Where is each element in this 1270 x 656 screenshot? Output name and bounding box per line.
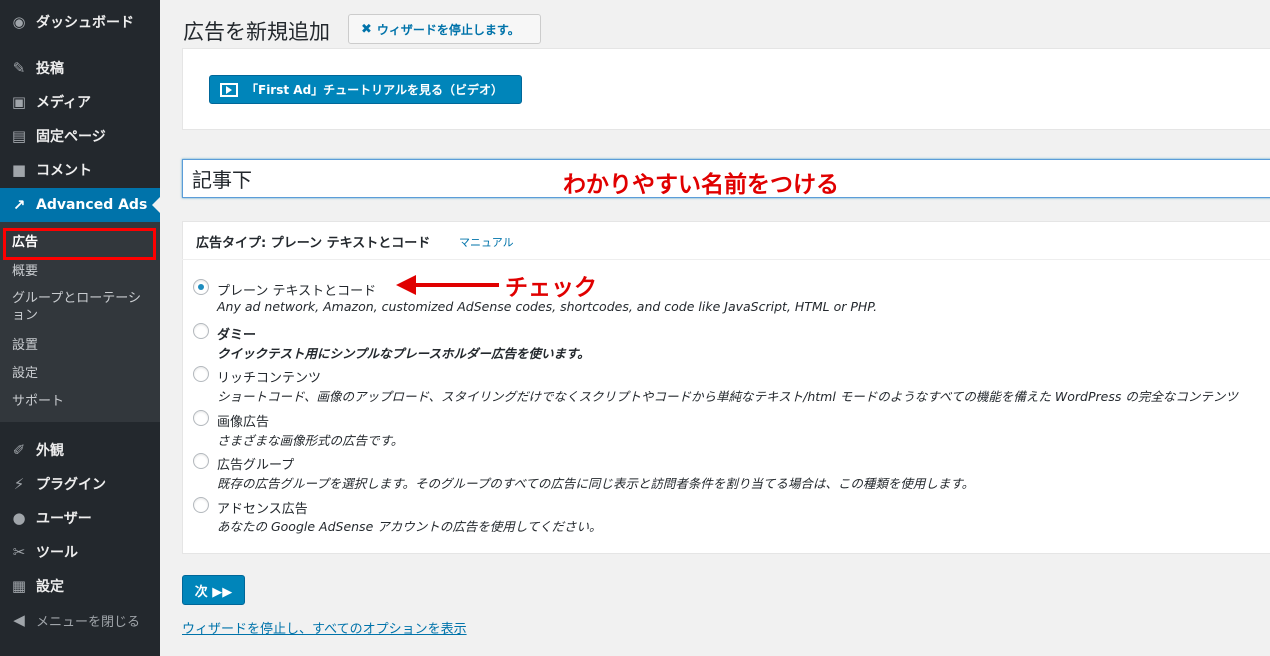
option-label: プレーン テキストとコード — [217, 284, 377, 299]
radio-image-ad[interactable] — [193, 410, 209, 426]
pin-icon: ✎ — [12, 59, 26, 77]
annotation-arrow — [396, 275, 501, 295]
video-icon — [220, 82, 238, 97]
menu-item-advanced-ads[interactable]: ↗ Advanced Ads — [0, 188, 160, 222]
menu-item-posts[interactable]: ✎ 投稿 — [0, 51, 160, 85]
radio-plain-text[interactable] — [193, 279, 209, 295]
collapse-icon: ◀ — [13, 611, 25, 629]
submenu-settings[interactable]: 設定 — [12, 365, 38, 382]
menu-label: ダッシュボード — [36, 15, 134, 31]
menu-label: ツール — [36, 545, 78, 561]
option-label: リッチコンテンツ — [217, 371, 322, 386]
menu-item-dashboard[interactable]: ◉ ダッシュボード — [0, 5, 160, 39]
menu-label: 投稿 — [36, 61, 64, 77]
annotation-name-hint: わかりやすい名前をつける — [563, 172, 839, 198]
option-desc: ショートコード、画像のアップロード、スタイリングだけでなくスクリプトやコードから… — [217, 389, 1238, 404]
video-button-label: 「First Ad」チュートリアルを見る（ビデオ） — [246, 83, 504, 97]
menu-item-appearance[interactable]: ✐ 外観 — [0, 433, 160, 467]
menu-item-tools[interactable]: ✂ ツール — [0, 535, 160, 569]
menu-item-settings[interactable]: ▦ 設定 — [0, 569, 160, 603]
comment-icon: ■ — [11, 161, 27, 179]
menu-label: Advanced Ads — [36, 197, 148, 213]
close-icon: ✖ — [361, 21, 372, 37]
plugin-icon: ⚡ — [13, 475, 25, 493]
menu-item-media[interactable]: ▣ メディア — [0, 85, 160, 119]
menu-label: ユーザー — [36, 511, 92, 527]
menu-label: コメント — [36, 163, 92, 179]
radio-dummy[interactable] — [193, 323, 209, 339]
option-label: 画像広告 — [217, 415, 270, 430]
page-icon: ▤ — [11, 127, 27, 145]
stop-wizard-label: ウィザードを停止します。 — [376, 22, 520, 37]
dashboard-icon: ◉ — [12, 13, 26, 31]
option-label: アドセンス広告 — [217, 502, 308, 517]
annotation-highlight-box — [3, 228, 156, 260]
collapse-label: メニューを閉じる — [36, 614, 141, 630]
radio-rich-content[interactable] — [193, 366, 209, 382]
radio-adsense[interactable] — [193, 497, 209, 513]
collapse-menu[interactable]: ◀ メニューを閉じる — [0, 603, 160, 637]
option-desc: クイックテスト用にシンプルなプレースホルダー広告を使います。 — [217, 346, 590, 361]
admin-sidebar: ◉ ダッシュボード ✎ 投稿 ▣ メディア ▤ 固定ページ ■ コメント ↗ A… — [0, 0, 160, 656]
annotation-check-hint: チェック — [505, 275, 597, 301]
tutorial-video-button[interactable]: 「First Ad」チュートリアルを見る（ビデオ） — [209, 75, 522, 104]
menu-label: メディア — [36, 95, 92, 111]
menu-label: プラグイン — [36, 477, 106, 493]
user-icon: ● — [12, 509, 26, 527]
option-label: 広告グループ — [217, 458, 295, 473]
menu-label: 設定 — [36, 579, 64, 595]
wrench-icon: ✂ — [12, 543, 26, 561]
submenu-placements[interactable]: 設置 — [12, 337, 38, 354]
appearance-icon: ✐ — [12, 441, 26, 459]
option-label: ダミー — [217, 328, 257, 343]
submenu-overview[interactable]: 概要 — [12, 263, 38, 280]
ad-type-title: 広告タイプ: プレーン テキストとコード — [196, 236, 431, 251]
chart-icon: ↗ — [12, 196, 26, 214]
menu-item-pages[interactable]: ▤ 固定ページ — [0, 119, 160, 153]
option-desc: さまざまな画像形式の広告です。 — [217, 433, 404, 448]
menu-label: 外観 — [36, 443, 64, 459]
settings-icon: ▦ — [11, 577, 27, 595]
media-icon: ▣ — [11, 93, 27, 111]
menu-item-plugins[interactable]: ⚡ プラグイン — [0, 467, 160, 501]
stop-wizard-button[interactable]: ✖ ウィザードを停止します。 — [348, 14, 541, 44]
menu-label: 固定ページ — [36, 129, 106, 145]
option-desc: 既存の広告グループを選択します。そのグループのすべての広告に同じ表示と訪問者条件… — [217, 476, 975, 491]
radio-ad-group[interactable] — [193, 453, 209, 469]
submenu-support[interactable]: サポート — [12, 393, 64, 410]
manual-link[interactable]: マニュアル — [459, 234, 514, 250]
submenu-groups[interactable]: グループとローテーション — [12, 290, 147, 324]
arrow-head — [396, 275, 416, 295]
next-button[interactable]: 次 ▶▶ — [182, 575, 245, 605]
menu-item-comments[interactable]: ■ コメント — [0, 153, 160, 187]
arrow-line — [414, 283, 499, 287]
option-desc: あなたの Google AdSense アカウントの広告を使用してください。 — [217, 519, 602, 534]
menu-item-users[interactable]: ● ユーザー — [0, 501, 160, 535]
stop-wizard-show-all-link[interactable]: ウィザードを停止し、すべてのオプションを表示 — [182, 618, 467, 637]
page-title: 広告を新規追加 — [183, 20, 330, 44]
